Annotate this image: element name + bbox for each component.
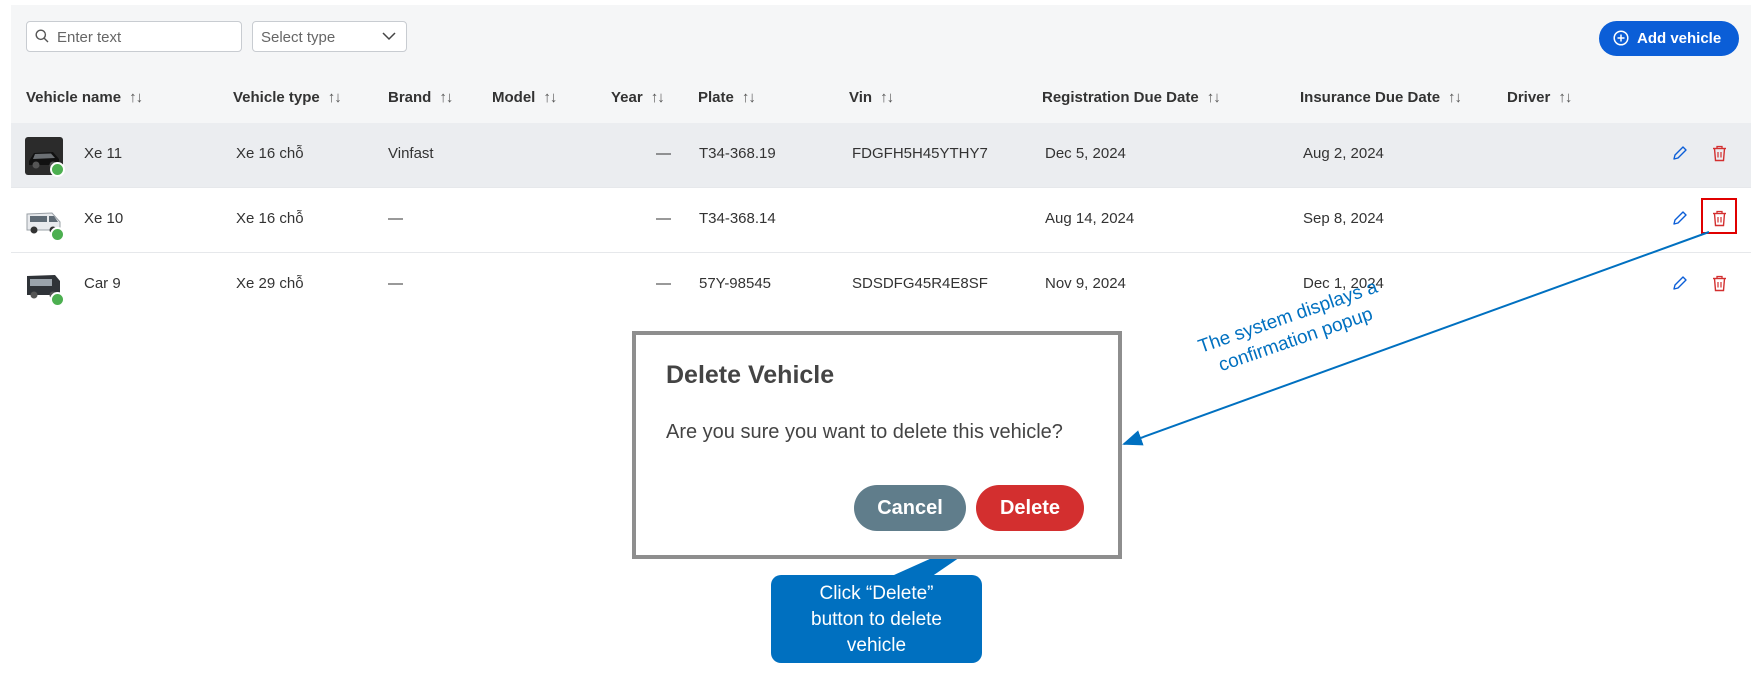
cancel-button[interactable]: Cancel	[854, 485, 966, 531]
dialog-title: Delete Vehicle	[666, 361, 835, 389]
delete-vehicle-dialog: Delete Vehicle Are you sure you want to …	[632, 331, 1122, 559]
dialog-message: Are you sure you want to delete this veh…	[666, 421, 1063, 443]
delete-button-callout: Click “Delete” button to delete vehicle	[771, 575, 982, 663]
delete-button[interactable]: Delete	[976, 485, 1084, 531]
